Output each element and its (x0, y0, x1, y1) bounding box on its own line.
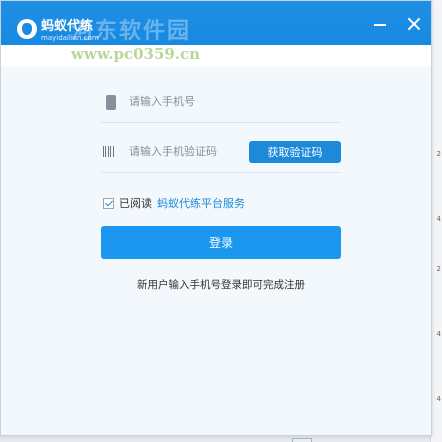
register-hint: 新用户输入手机号登录即可完成注册 (137, 279, 305, 291)
bg-char: 4 (436, 215, 441, 223)
get-code-button[interactable]: 获取验证码 (249, 141, 341, 163)
bg-char: 2 (436, 150, 441, 158)
barcode-icon (103, 146, 115, 157)
agreement-row: 已阅读 蚂蚁代练平台服务 (103, 195, 245, 211)
bg-char: 2 (436, 265, 441, 273)
agree-label: 已阅读 (119, 197, 152, 210)
code-input[interactable] (129, 145, 249, 158)
login-window: 蚂蚁代练 mayidailian.com 河东软件园 www.pc0359.cn… (0, 0, 432, 436)
login-button[interactable]: 登录 (101, 226, 341, 259)
agree-checkbox[interactable] (103, 197, 114, 209)
background-tab (292, 438, 312, 442)
phone-field (101, 81, 341, 123)
phone-input[interactable] (129, 95, 249, 108)
watermark-url: www.pc0359.cn (71, 45, 201, 63)
bg-char: 4 (436, 330, 441, 338)
close-icon[interactable] (407, 17, 421, 31)
bg-char: 4 (436, 395, 441, 403)
service-terms-link[interactable]: 蚂蚁代练平台服务 (157, 195, 245, 211)
code-field: 获取验证码 (101, 131, 341, 173)
minimize-icon[interactable] (373, 17, 387, 31)
titlebar[interactable]: 蚂蚁代练 mayidailian.com 河东软件园 www.pc0359.cn (1, 1, 431, 67)
ant-logo-icon (17, 18, 37, 39)
phone-icon (103, 94, 125, 110)
watermark-text: 河东软件园 (71, 19, 192, 44)
